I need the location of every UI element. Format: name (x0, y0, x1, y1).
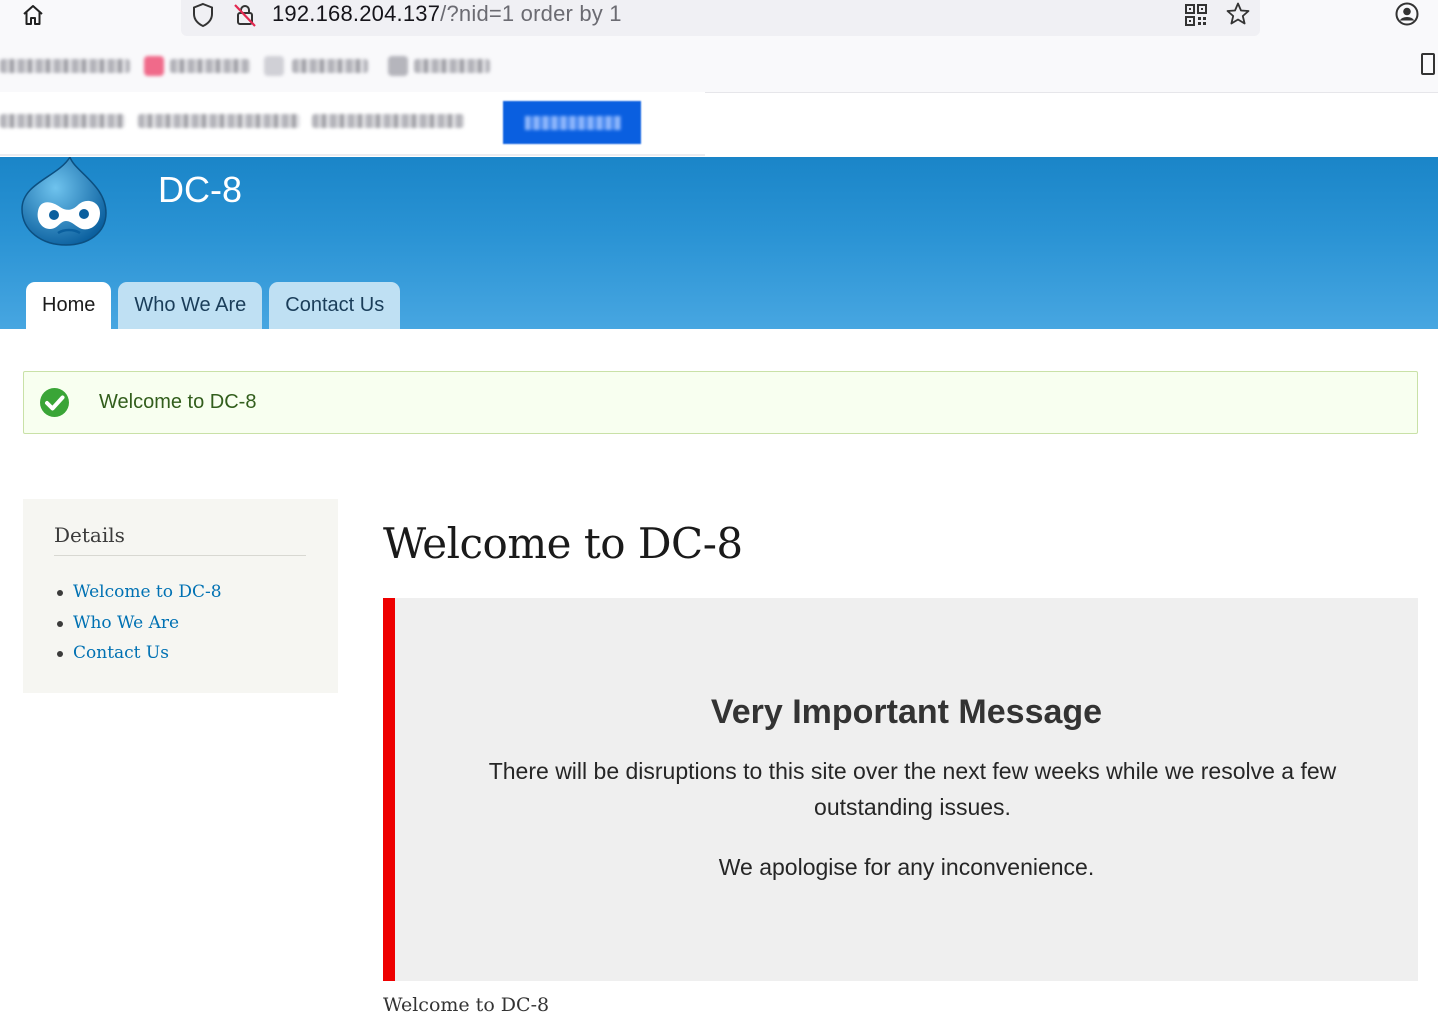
message-body: There will be disruptions to this site o… (488, 758, 1337, 820)
list-item: Welcome to DC-8 (54, 577, 222, 608)
main-menu: Home Who We Are Contact Us (26, 282, 401, 329)
drupal-logo-icon[interactable] (18, 157, 110, 247)
list-item: Contact Us (54, 638, 222, 669)
account-icon[interactable] (1394, 1, 1420, 27)
shield-icon[interactable] (191, 2, 215, 28)
qr-code-icon[interactable] (1183, 2, 1209, 28)
tab-home[interactable]: Home (26, 282, 112, 329)
sidebar-details: Details Welcome to DC-8 Who We Are Conta… (23, 499, 338, 693)
body-text: Welcome to DC-8 (383, 994, 550, 1016)
important-message-box: Very Important Message There will be dis… (383, 598, 1418, 981)
page-title: Welcome to DC-8 (383, 519, 743, 568)
check-circle-icon (40, 388, 69, 417)
site-header: DC-8 Home Who We Are Contact Us (0, 157, 1438, 329)
redacted-button-label (525, 116, 621, 130)
url-text[interactable]: 192.168.204.137/?nid=1 order by 1 (272, 1, 622, 27)
url-path: /?nid=1 order by 1 (440, 1, 622, 26)
sidebar-link-welcome[interactable]: Welcome to DC-8 (73, 582, 222, 602)
status-text: Welcome to DC-8 (99, 391, 257, 413)
sidebar-link-contact-us[interactable]: Contact Us (73, 643, 169, 663)
site-name[interactable]: DC-8 (158, 169, 242, 211)
bookmark-star-icon[interactable] (1225, 1, 1251, 27)
message-heading: Very Important Message (710, 693, 1103, 731)
insecure-lock-icon[interactable] (232, 2, 258, 28)
sidebar-link-who-we-are[interactable]: Who We Are (73, 613, 179, 633)
bookmarks-bar (0, 50, 520, 82)
tab-who-we-are[interactable]: Who We Are (118, 282, 263, 329)
message-apology: We apologise for any inconvenience. (718, 854, 1095, 880)
status-message: Welcome to DC-8 (23, 371, 1418, 434)
list-item: Who We Are (54, 608, 222, 639)
url-host: 192.168.204.137 (272, 1, 441, 26)
sidebar-list: Welcome to DC-8 Who We Are Contact Us (54, 577, 222, 669)
tab-contact-us[interactable]: Contact Us (269, 282, 401, 329)
home-icon[interactable] (20, 2, 46, 28)
sidebar-title: Details (54, 523, 306, 556)
tablet-icon[interactable] (1421, 53, 1435, 75)
